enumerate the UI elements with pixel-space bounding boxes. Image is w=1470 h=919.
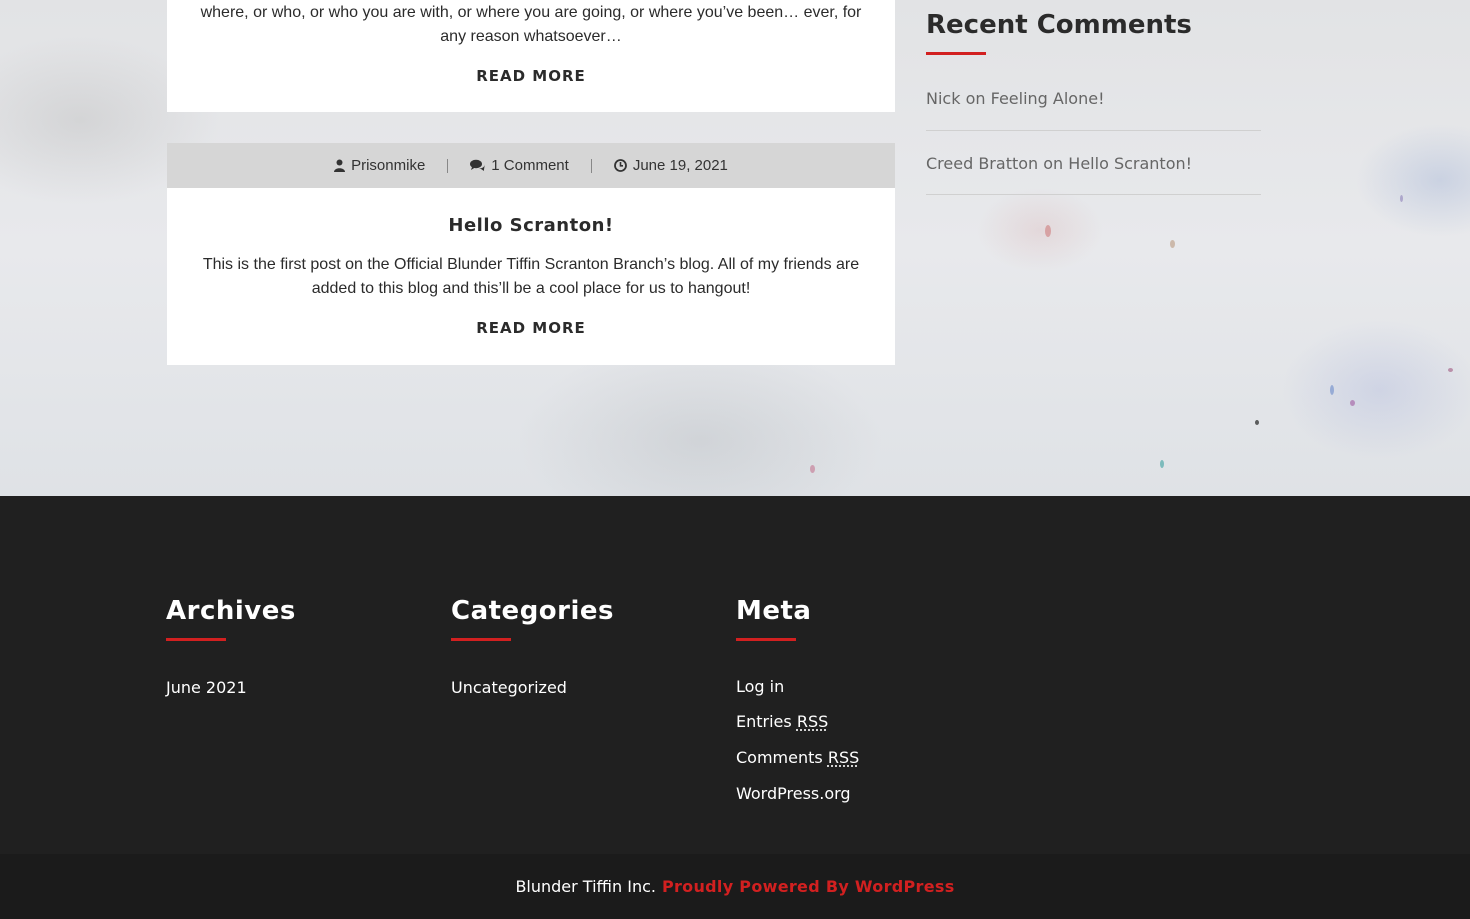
rss-abbr: RSS [827, 748, 860, 767]
post-meta-bar: Prisonmike 1 Comment June 19, 2021 [167, 143, 895, 188]
comment-on-text: on [965, 89, 986, 108]
category-link-uncategorized[interactable]: Uncategorized [451, 678, 567, 697]
post-comments-count[interactable]: 1 Comment [448, 157, 591, 174]
recent-comment-item: Nick on Feeling Alone! [926, 89, 1261, 108]
post-excerpt: This is the first post on the Official B… [202, 256, 860, 297]
comments-label: Comments [736, 748, 823, 767]
comment-post-link[interactable]: Feeling Alone! [991, 89, 1105, 108]
footer-widgets: Archives June 2021 Categories Uncategori… [0, 496, 1470, 854]
comment-divider [926, 130, 1261, 131]
comment-author[interactable]: Nick [926, 89, 960, 108]
post-author[interactable]: Prisonmike [312, 157, 447, 174]
comments-rss-link[interactable]: Comments RSS [736, 748, 859, 767]
comments-icon [470, 159, 485, 172]
rss-abbr: RSS [796, 712, 829, 731]
post-title[interactable]: Hello Scranton! [167, 215, 895, 236]
comment-divider [926, 194, 1261, 195]
post-card: Hello Scranton! This is the first post o… [167, 188, 895, 365]
recent-comments-title: Recent Comments [926, 10, 1192, 40]
powered-by-link[interactable]: Proudly Powered By WordPress [662, 877, 955, 896]
post-excerpt: where, or who, or who you are with, or w… [200, 4, 862, 45]
post-card-previous: where, or who, or who you are with, or w… [167, 0, 895, 112]
entries-rss-link[interactable]: Entries RSS [736, 712, 828, 731]
login-link[interactable]: Log in [736, 677, 784, 696]
comment-on-text: on [1043, 154, 1064, 173]
comment-post-link[interactable]: Hello Scranton! [1068, 154, 1192, 173]
categories-title: Categories [451, 596, 615, 626]
meta-title: Meta [736, 596, 812, 626]
wordpress-org-link[interactable]: WordPress.org [736, 784, 851, 803]
user-icon [334, 159, 346, 172]
post-date-label[interactable]: June 19, 2021 [633, 157, 728, 174]
site-info-bar: Blunder Tiffin Inc. Proudly Powered By W… [0, 854, 1470, 919]
title-underline [926, 52, 986, 55]
read-more-link[interactable]: READ MORE [167, 319, 895, 337]
copyright-text: Blunder Tiffin Inc. [515, 877, 656, 896]
post-date[interactable]: June 19, 2021 [592, 157, 750, 174]
recent-comment-item: Creed Bratton on Hello Scranton! [926, 154, 1261, 173]
archives-title: Archives [166, 596, 296, 626]
author-name[interactable]: Prisonmike [351, 157, 425, 174]
clock-icon [613, 159, 627, 172]
title-underline [736, 638, 796, 641]
comment-author[interactable]: Creed Bratton [926, 154, 1038, 173]
entries-label: Entries [736, 712, 792, 731]
read-more-link[interactable]: READ MORE [167, 67, 895, 85]
archive-link-june-2021[interactable]: June 2021 [166, 678, 247, 697]
title-underline [166, 638, 226, 641]
comments-count-label[interactable]: 1 Comment [491, 157, 569, 174]
title-underline [451, 638, 511, 641]
